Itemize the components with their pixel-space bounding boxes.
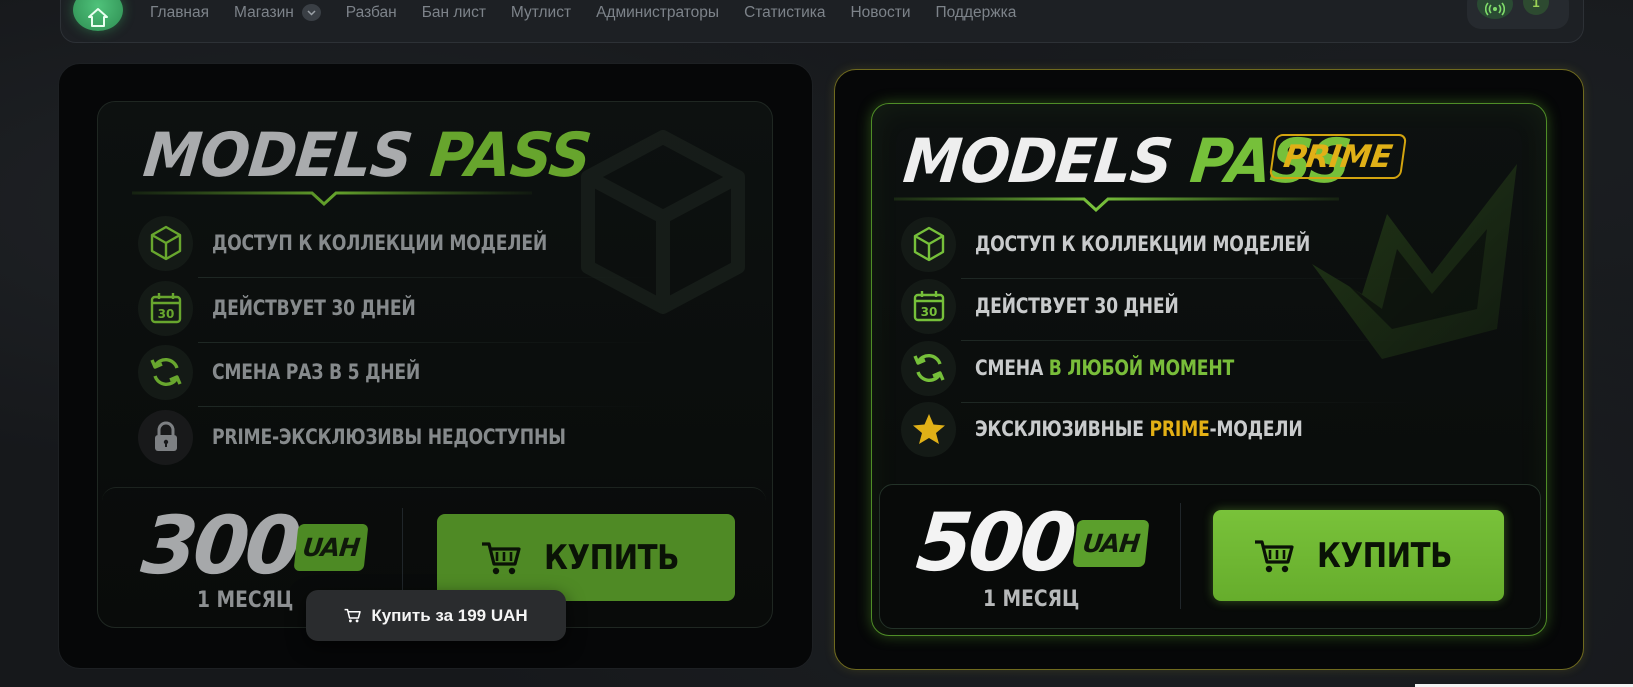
- star-icon: [901, 401, 956, 457]
- nav-link-home[interactable]: Главная: [150, 4, 209, 21]
- plan-card-models-pass: MODELS PASS ДОСТУП К КОЛЛЕКЦИИ МОДЕЛЕЙ 3…: [58, 63, 813, 669]
- feature-item: ЭКСКЛЮЗИВНЫЕ PRIME-МОДЕЛИ: [901, 399, 1421, 459]
- plan-card-models-pass-prime: MODELS PASS PRIME ДОСТУП К КОЛЛЕКЦИИ МОД…: [834, 69, 1584, 670]
- title-underline-divider: [132, 191, 532, 207]
- calendar-30-icon: 30: [138, 280, 193, 336]
- top-navbar: Главная Магазин Разбан Бан лист Мутлист …: [60, 0, 1584, 43]
- buy-button[interactable]: КУПИТЬ: [437, 514, 735, 601]
- nav-links: Главная Магазин Разбан Бан лист Мутлист …: [150, 4, 1041, 21]
- cart-icon: [1254, 539, 1294, 572]
- lock-icon: [138, 409, 193, 465]
- currency-badge: UAH: [1072, 520, 1150, 567]
- feature-item: PRIME-ЭКСКЛЮЗИВЫ НЕДОСТУПНЫ: [138, 407, 658, 467]
- nav-link-admins[interactable]: Администраторы: [596, 4, 719, 21]
- nav-link-unban[interactable]: Разбан: [346, 4, 397, 21]
- period-label: 1 МЕСЯЦ: [983, 587, 1080, 612]
- feature-item: ДОСТУП К КОЛЛЕКЦИИ МОДЕЛЕЙ: [138, 213, 658, 278]
- online-count: 1: [1523, 0, 1549, 15]
- plan-title: MODELS PASS: [140, 119, 595, 191]
- buy-tooltip[interactable]: Купить за 199 UAH: [306, 590, 566, 641]
- calendar-30-icon: 30: [901, 278, 956, 334]
- nav-link-banlist[interactable]: Бан лист: [422, 4, 486, 21]
- plan-inner-panel: MODELS PASS PRIME ДОСТУП К КОЛЛЕКЦИИ МОД…: [871, 103, 1547, 636]
- nav-link-shop[interactable]: Магазин: [234, 4, 321, 21]
- cube-icon: [138, 215, 193, 271]
- nav-link-support[interactable]: Поддержка: [935, 4, 1016, 21]
- nav-link-stats[interactable]: Статистика: [744, 4, 825, 21]
- feature-item: 30 ДЕЙСТВУЕТ 30 ДНЕЙ: [138, 278, 658, 343]
- feature-item: СМЕНА В ЛЮБОЙ МОМЕНТ: [901, 338, 1421, 403]
- nav-link-news[interactable]: Новости: [850, 4, 910, 21]
- nav-link-mutelist[interactable]: Мутлист: [511, 4, 571, 21]
- home-button[interactable]: [73, 0, 123, 31]
- plan-inner-panel: MODELS PASS ДОСТУП К КОЛЛЕКЦИИ МОДЕЛЕЙ 3…: [97, 101, 773, 628]
- price-value: 300: [137, 499, 302, 592]
- price-divider: [1180, 503, 1181, 609]
- svg-text:30: 30: [920, 305, 937, 319]
- prime-badge: PRIME: [1268, 134, 1407, 179]
- refresh-icon: [138, 344, 193, 400]
- broadcast-icon: [1477, 0, 1513, 19]
- period-label: 1 МЕСЯЦ: [197, 588, 294, 613]
- feature-item: СМЕНА РАЗ В 5 ДНЕЙ: [138, 342, 658, 407]
- price-value: 500: [912, 496, 1077, 589]
- buy-button[interactable]: КУПИТЬ: [1213, 510, 1504, 601]
- refresh-icon: [901, 340, 956, 396]
- price-divider: [402, 508, 403, 600]
- chevron-down-icon[interactable]: [301, 4, 321, 21]
- cube-icon: [901, 216, 956, 272]
- feature-item: 30 ДЕЙСТВУЕТ 30 ДНЕЙ: [901, 276, 1421, 341]
- tooltip-label: Купить за 199 UAH: [371, 605, 528, 625]
- home-icon: [88, 8, 108, 27]
- online-widget[interactable]: 1: [1467, 0, 1569, 29]
- currency-badge: UAH: [293, 524, 369, 571]
- feature-item: ДОСТУП К КОЛЛЕКЦИИ МОДЕЛЕЙ: [901, 214, 1421, 279]
- svg-text:30: 30: [157, 307, 174, 321]
- price-section: 500 UAH 1 МЕСЯЦ КУПИТЬ: [879, 484, 1541, 629]
- cart-icon: [482, 541, 522, 574]
- cart-icon: [344, 608, 362, 623]
